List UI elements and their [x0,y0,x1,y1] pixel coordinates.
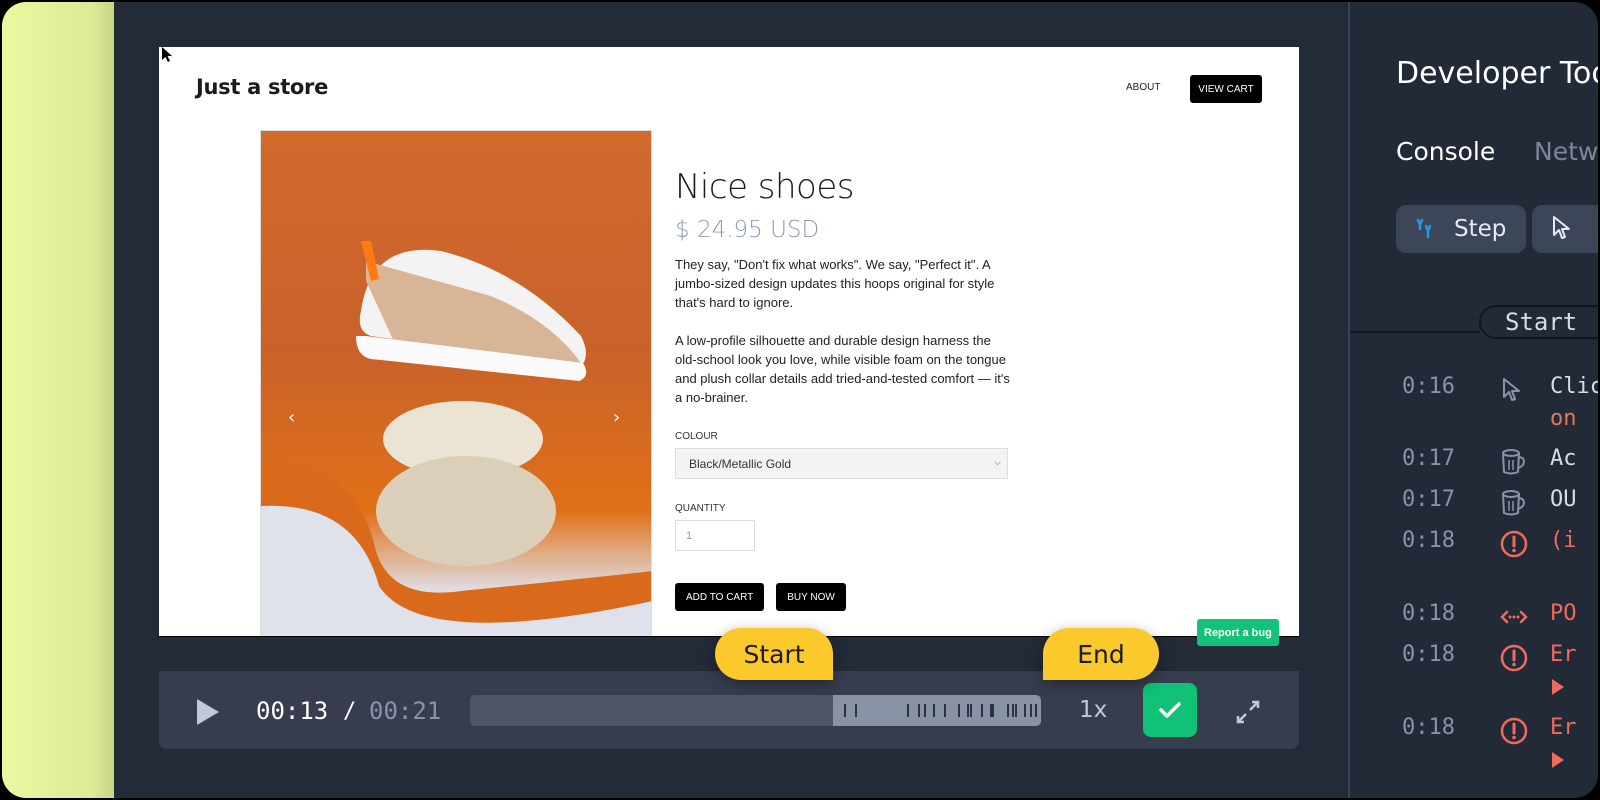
log-message: Er [1550,642,1577,667]
timeline-event-tick[interactable] [932,704,935,717]
cursor-icon [1500,376,1528,404]
log-message: Click [1550,374,1598,399]
devtools-title: Developer Tools [1396,56,1598,91]
log-message: PO [1550,601,1577,626]
carousel-next-button[interactable]: › [613,407,620,428]
timeline-event-tick[interactable] [1035,704,1038,717]
chevron-down-icon: ⌵ [994,457,1001,467]
log-timestamp: 0:17 [1402,487,1455,512]
mouse-pointer-icon [162,47,172,62]
timeline-event-tick[interactable] [1012,704,1015,717]
timeline-event-tick[interactable] [918,704,921,717]
log-timestamp: 0:16 [1402,374,1455,399]
footsteps-icon [1416,218,1432,239]
start-marker-pill: Start [1479,305,1598,339]
timeline-selection[interactable] [832,695,1041,726]
check-icon [1159,702,1181,718]
timeline-event-tick[interactable] [992,704,995,717]
log-timestamp: 0:17 [1402,446,1455,471]
error-icon [1500,717,1528,745]
console-log-row[interactable]: 0:17 OU [1402,487,1598,517]
step-filter-button[interactable]: Step [1396,205,1526,253]
log-message: Ac [1550,446,1577,471]
log-timestamp: 0:18 [1402,715,1455,740]
timeline-event-tick[interactable] [943,704,946,717]
log-timestamp: 0:18 [1402,642,1455,667]
store-page: Just a store ABOUT VIEW CART ‹ › Nice sh… [159,47,1299,637]
timeline-event-tick[interactable] [981,704,984,717]
redux-mug-icon [1500,448,1528,476]
nav-about-link[interactable]: ABOUT [1126,82,1160,93]
console-log-row[interactable]: 0:18 (i [1402,528,1598,558]
console-log-row[interactable]: 0:18 PO [1402,601,1598,631]
error-icon [1500,530,1528,558]
product-image: ‹ › [260,130,652,637]
play-icon[interactable] [197,699,219,725]
playback-speed-button[interactable]: 1x [1079,697,1107,723]
product-description: They say, "Don't fix what works". We say… [675,257,995,310]
add-to-cart-button[interactable]: ADD TO CART [675,583,765,611]
timeline-event-tick[interactable] [855,704,858,717]
log-message: OU [1550,487,1577,512]
log-message: (i [1550,528,1577,553]
player-controls: 00:13 / 00:21 1x [159,671,1299,749]
timeline-event-tick[interactable] [1006,704,1009,717]
product-photo-illustration [261,241,651,637]
colour-value: Black/Metallic Gold [689,456,792,471]
confirm-button[interactable] [1143,683,1197,737]
console-log-row[interactable]: 0:18 Er [1402,642,1598,695]
total-time: 00:21 [369,697,442,725]
end-marker-bubble[interactable]: End [1043,628,1159,680]
timeline-event-tick[interactable] [844,704,846,717]
colour-select[interactable]: Black/Metallic Gold ⌵ [675,448,1008,479]
quantity-label: QUANTITY [675,503,726,514]
timeline-event-tick[interactable] [1029,704,1032,717]
step-label: Step [1454,216,1507,242]
log-message: Er [1550,715,1577,740]
report-bug-button[interactable]: Report a bug [1197,619,1279,646]
background-strip [2,2,114,798]
fullscreen-icon[interactable] [1235,699,1261,725]
timeline-event-tick[interactable] [958,704,961,717]
time-separator: / [343,699,357,724]
console-log-row[interactable]: 0:16 Click on [1402,374,1598,431]
timeline-event-tick[interactable] [969,704,972,717]
app-frame: Just a store ABOUT VIEW CART ‹ › Nice sh… [0,0,1600,800]
timeline-divider [1350,331,1480,333]
store-logo[interactable]: Just a store [196,75,328,99]
cursor-icon [1553,216,1570,239]
timeline-event-tick[interactable] [906,704,909,717]
timeline-event-tick[interactable] [966,704,969,717]
network-icon [1500,603,1528,631]
log-subtext: on [1550,406,1577,431]
current-time: 00:13 [256,697,329,725]
expand-triangle-icon[interactable] [1552,752,1564,768]
buy-now-button[interactable]: BUY NOW [776,583,846,611]
devtools-panel: Developer Tools Console Network Step Sta… [1348,2,1598,798]
timeline-track[interactable] [470,695,1041,726]
tab-network[interactable]: Network [1534,137,1598,166]
timeline-event-tick[interactable] [923,704,926,717]
timeline-event-tick[interactable] [989,704,992,717]
product-description-2: A low-profile silhouette and durable des… [675,333,1010,405]
click-filter-button[interactable] [1532,205,1598,253]
console-log-row[interactable]: 0:18 Er [1402,715,1598,768]
start-marker-bubble[interactable]: Start [715,628,833,680]
quantity-input[interactable]: 1 [675,520,755,551]
view-cart-button[interactable]: VIEW CART [1190,75,1262,103]
log-timestamp: 0:18 [1402,601,1455,626]
tab-console[interactable]: Console [1396,137,1495,166]
product-name: Nice shoes [675,167,855,207]
console-log-row[interactable]: 0:17 Ac [1402,446,1598,476]
colour-label: COLOUR [675,431,718,442]
product-price: $ 24.95 USD [675,217,820,243]
product-info: Nice shoes $ 24.95 USD They say, "Don't … [675,167,1011,611]
expand-triangle-icon[interactable] [1552,679,1564,695]
timeline-event-tick[interactable] [1023,704,1026,717]
log-timestamp: 0:18 [1402,528,1455,553]
error-icon [1500,644,1528,672]
carousel-prev-button[interactable]: ‹ [288,407,295,428]
timeline-event-tick[interactable] [1015,704,1018,717]
redux-mug-icon [1500,489,1528,517]
